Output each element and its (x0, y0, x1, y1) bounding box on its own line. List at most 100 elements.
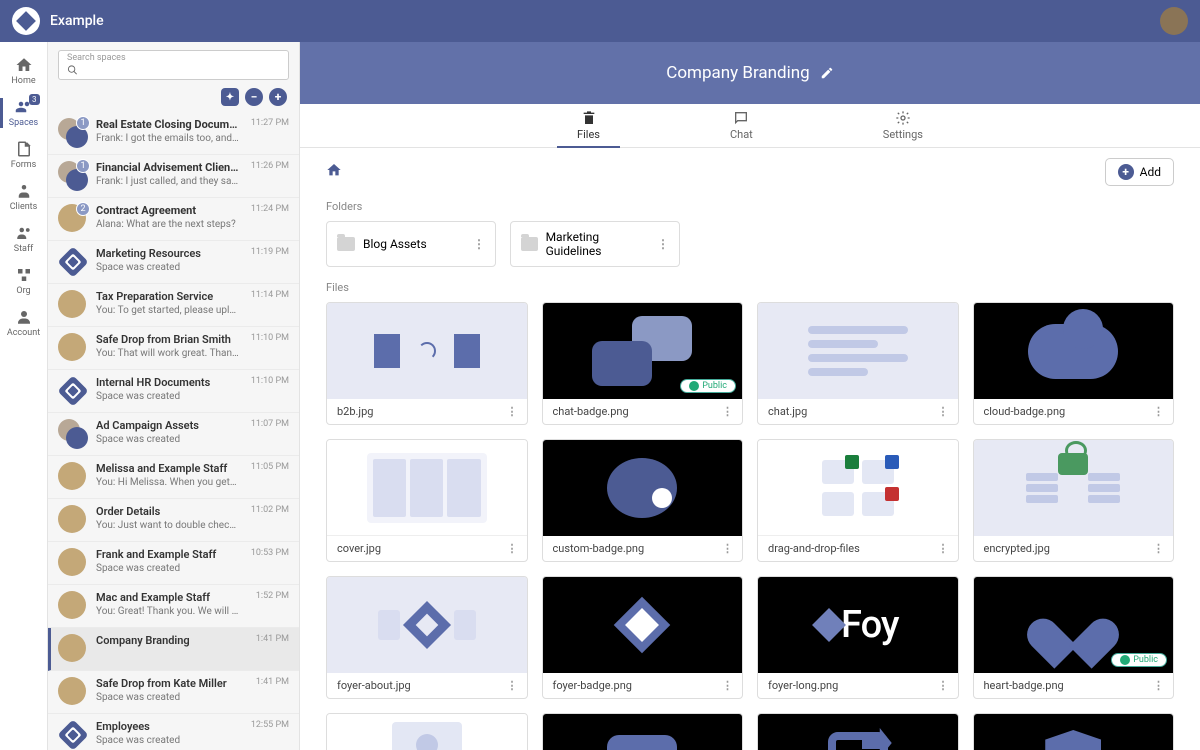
space-time: 11:26 PM (251, 161, 289, 171)
file-menu-icon[interactable]: ⋮ (1153, 405, 1163, 418)
space-item[interactable]: 1Real Estate Closing DocumentsFrank: I g… (48, 112, 299, 155)
file-menu-icon[interactable]: ⋮ (722, 679, 732, 692)
rail-forms[interactable]: Forms (0, 134, 48, 176)
space-item[interactable]: Ad Campaign AssetsSpace was created11:07… (48, 413, 299, 456)
home-icon (15, 56, 33, 74)
folder-item[interactable]: Blog Assets⋮ (326, 221, 496, 267)
space-item[interactable]: Safe Drop from Kate MillerSpace was crea… (48, 671, 299, 714)
tab-files[interactable]: Files (557, 104, 620, 147)
logo-icon (12, 7, 40, 35)
file-item[interactable] (757, 713, 959, 750)
minus-button[interactable]: − (245, 88, 263, 106)
space-time: 10:53 PM (251, 548, 289, 558)
folder-item[interactable]: Marketing Guidelines⋮ (510, 221, 680, 267)
filter-button[interactable]: ✦ (221, 88, 239, 106)
file-menu-icon[interactable]: ⋮ (938, 679, 948, 692)
space-item[interactable]: 1Financial Advisement ClientsFrank: I ju… (48, 155, 299, 198)
file-thumb: Public (974, 577, 1174, 673)
staff-icon (15, 224, 33, 242)
space-time: 11:19 PM (251, 247, 289, 257)
user-avatar[interactable] (1160, 7, 1188, 35)
forms-icon (15, 140, 33, 158)
space-title: Mac and Example Staff (96, 591, 244, 604)
rail-staff[interactable]: Staff (0, 218, 48, 260)
tab-chat[interactable]: Chat (710, 104, 773, 147)
file-item[interactable]: Public heart-badge.png ⋮ (973, 576, 1175, 699)
space-item[interactable]: Tax Preparation ServiceYou: To get start… (48, 284, 299, 327)
space-subtitle: Alana: What are the next steps? (96, 219, 239, 230)
file-item[interactable] (326, 713, 528, 750)
home-icon[interactable] (326, 162, 342, 182)
space-item[interactable]: Mac and Example StaffYou: Great! Thank y… (48, 585, 299, 628)
file-name: foyer-about.jpg (337, 679, 411, 692)
space-avatar: 1 (58, 118, 88, 148)
rail-account[interactable]: Account (0, 302, 48, 344)
file-name: b2b.jpg (337, 405, 373, 418)
brand-name: Example (50, 13, 104, 29)
file-menu-icon[interactable]: ⋮ (722, 405, 732, 418)
space-item[interactable]: 2Contract AgreementAlana: What are the n… (48, 198, 299, 241)
file-item[interactable]: drag-and-drop-files ⋮ (757, 439, 959, 562)
space-item[interactable]: Marketing ResourcesSpace was created11:1… (48, 241, 299, 284)
file-item[interactable]: Foyfoyer-long.png⋮ (757, 576, 959, 699)
file-thumb (974, 303, 1174, 399)
file-menu-icon[interactable]: ⋮ (722, 542, 732, 555)
file-name: cloud-badge.png (984, 405, 1066, 418)
file-menu-icon[interactable]: ⋮ (507, 679, 517, 692)
file-name: drag-and-drop-files (768, 542, 860, 555)
space-time: 1:52 PM (256, 591, 289, 601)
space-item[interactable]: Order DetailsYou: Just want to double ch… (48, 499, 299, 542)
folder-menu-icon[interactable]: ⋮ (473, 237, 485, 251)
file-menu-icon[interactable]: ⋮ (1153, 542, 1163, 555)
tab-settings[interactable]: Settings (863, 104, 943, 147)
space-title: Frank and Example Staff (96, 548, 239, 561)
add-button[interactable]: + Add (1105, 158, 1174, 186)
rail-spaces[interactable]: Spaces3 (0, 92, 48, 134)
rail-org[interactable]: Org (0, 260, 48, 302)
space-item[interactable]: Melissa and Example Staff You: Hi Melissa… (48, 456, 299, 499)
folder-menu-icon[interactable]: ⋮ (657, 237, 669, 251)
plus-button[interactable]: + (269, 88, 287, 106)
file-item[interactable]: chat.jpg⋮ (757, 302, 959, 425)
file-item[interactable] (973, 713, 1175, 750)
edit-icon[interactable] (820, 66, 834, 80)
search-box[interactable]: Search spaces (58, 50, 289, 80)
toolbar: + Add (300, 148, 1200, 196)
space-title: Company Branding (96, 634, 244, 647)
file-item[interactable]: encrypted.jpg⋮ (973, 439, 1175, 562)
space-title: Ad Campaign Assets (96, 419, 239, 432)
unread-badge: 2 (76, 202, 90, 216)
file-item[interactable]: cover.jpg⋮ (326, 439, 528, 562)
file-item[interactable]: Publicchat-badge.png⋮ (542, 302, 744, 425)
page-title: Company Branding (666, 63, 809, 83)
space-item[interactable]: Safe Drop from Brian SmithYou: That will… (48, 327, 299, 370)
space-subtitle: You: Just want to double check. Is this … (96, 520, 239, 531)
file-thumb (543, 440, 743, 536)
public-badge: Public (680, 379, 736, 393)
search-input[interactable] (84, 63, 280, 77)
file-menu-icon[interactable]: ⋮ (1153, 679, 1163, 692)
file-menu-icon[interactable]: ⋮ (938, 542, 948, 555)
space-subtitle: You: Hi Melissa. When you get a chanc… (96, 477, 239, 488)
file-name: heart-badge.png (984, 679, 1064, 692)
space-item[interactable]: Company Branding1:41 PM (48, 628, 299, 671)
file-thumb (543, 714, 743, 750)
file-item[interactable]: cloud-badge.png ⋮ (973, 302, 1175, 425)
space-avatar (58, 376, 88, 406)
rail-home[interactable]: Home (0, 50, 48, 92)
file-menu-icon[interactable]: ⋮ (507, 405, 517, 418)
file-name: foyer-long.png (768, 679, 838, 692)
file-item[interactable]: b2b.jpg ⋮ (326, 302, 528, 425)
rail-clients[interactable]: Clients (0, 176, 48, 218)
file-item[interactable] (542, 713, 744, 750)
space-item[interactable]: EmployeesSpace was created12:55 PM (48, 714, 299, 750)
file-menu-icon[interactable]: ⋮ (938, 405, 948, 418)
file-menu-icon[interactable]: ⋮ (507, 542, 517, 555)
space-item[interactable]: Internal HR DocumentsSpace was created11… (48, 370, 299, 413)
space-item[interactable]: Frank and Example StaffSpace was created… (48, 542, 299, 585)
files-heading: Files (326, 281, 1174, 294)
file-item[interactable]: custom-badge.png⋮ (542, 439, 744, 562)
file-item[interactable]: foyer-badge.png⋮ (542, 576, 744, 699)
file-item[interactable]: foyer-about.jpg ⋮ (326, 576, 528, 699)
space-title: Melissa and Example Staff (96, 462, 239, 475)
